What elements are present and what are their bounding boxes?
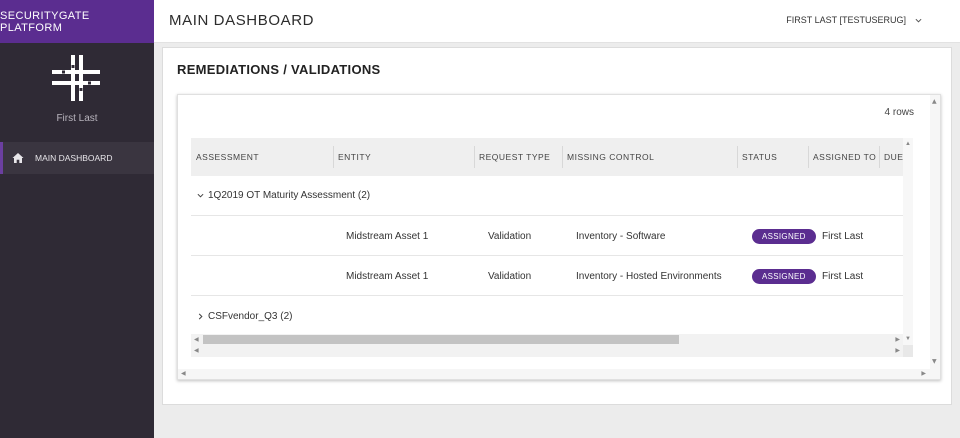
column-header-request-type[interactable]: REQUEST TYPE (474, 138, 562, 176)
table-header: ASSESSMENT ENTITY REQUEST TYPE MISSING C… (191, 138, 903, 176)
table-row[interactable]: Midstream Asset 1 Validation Inventory -… (191, 256, 903, 296)
scroll-left-icon[interactable]: ◀ (194, 348, 199, 354)
scroll-up-icon[interactable]: ▲ (932, 99, 937, 105)
group-label: 1Q2019 OT Maturity Assessment (2) (208, 190, 371, 201)
scroll-down-icon[interactable]: ▼ (932, 359, 937, 365)
grid-horizontal-scrollbar[interactable]: ◀ ▶ (191, 334, 903, 345)
scroll-right-icon[interactable]: ▶ (921, 371, 926, 377)
grid-panel: 4 rows ASSESSMENT ENTITY REQUEST TYPE MI… (177, 94, 941, 380)
column-header-status[interactable]: STATUS (737, 138, 808, 176)
group-row-csfvendor[interactable]: CSFvendor_Q3 (2) (191, 296, 903, 336)
chevron-right-icon[interactable] (197, 313, 204, 320)
panel-horizontal-scrollbar[interactable]: ◀ ▶ (178, 369, 932, 379)
data-grid: ASSESSMENT ENTITY REQUEST TYPE MISSING C… (191, 138, 913, 358)
sidebar-user-name: First Last (56, 113, 98, 124)
column-header-entity[interactable]: ENTITY (333, 138, 474, 176)
scroll-down-icon[interactable]: ▼ (905, 336, 911, 342)
main-content: REMEDIATIONS / VALIDATIONS 4 rows ASSESS… (154, 43, 960, 438)
chevron-down-icon[interactable] (197, 192, 204, 199)
cell-entity: Midstream Asset 1 (346, 230, 429, 242)
home-icon (12, 153, 24, 163)
sidebar: SECURITYGATE PLATFORM First Last MAIN DA… (0, 0, 154, 438)
cell-status: ASSIGNED (752, 256, 816, 296)
section-title: REMEDIATIONS / VALIDATIONS (177, 62, 381, 77)
grid-horizontal-scrollbar-secondary[interactable]: ◀ ▶ (191, 345, 903, 357)
top-header: MAIN DASHBOARD FIRST LAST [TESTUSERUG] (154, 0, 960, 43)
table-row[interactable]: Midstream Asset 1 Validation Inventory -… (191, 216, 903, 256)
user-menu[interactable]: FIRST LAST [TESTUSERUG] (786, 15, 922, 25)
cell-entity: Midstream Asset 1 (346, 270, 429, 282)
cell-request-type: Validation (488, 270, 532, 282)
scrollbar-corner (903, 345, 913, 357)
securitygate-logo-icon (52, 55, 100, 101)
status-badge: ASSIGNED (752, 268, 816, 284)
remediations-card: REMEDIATIONS / VALIDATIONS 4 rows ASSESS… (162, 47, 952, 405)
cell-assigned-to: First Last (822, 230, 864, 242)
group-label: CSFvendor_Q3 (2) (208, 310, 293, 322)
chevron-down-icon (915, 18, 922, 23)
scroll-up-icon[interactable]: ▲ (905, 141, 911, 147)
panel-vertical-scrollbar[interactable]: ▲ ▼ (930, 95, 940, 379)
row-count: 4 rows (884, 107, 914, 118)
page-title: MAIN DASHBOARD (169, 12, 315, 29)
scroll-right-icon[interactable]: ▶ (895, 348, 900, 354)
column-header-assigned-to[interactable]: ASSIGNED TO (808, 138, 879, 176)
scroll-left-icon[interactable]: ◀ (181, 371, 186, 377)
status-badge: ASSIGNED (752, 228, 816, 244)
cell-missing-control: Inventory - Hosted Environments (576, 270, 722, 282)
column-header-due[interactable]: DUE (879, 138, 903, 176)
sidebar-item-main-dashboard[interactable]: MAIN DASHBOARD (0, 142, 154, 174)
cell-status: ASSIGNED (752, 216, 816, 256)
cell-request-type: Validation (488, 230, 532, 242)
grid-vertical-scrollbar[interactable]: ▲ ▼ (903, 138, 913, 345)
column-header-missing-control[interactable]: MISSING CONTROL (562, 138, 737, 176)
sidebar-item-label: MAIN DASHBOARD (35, 153, 113, 163)
brand-title[interactable]: SECURITYGATE PLATFORM (0, 0, 154, 43)
user-menu-label: FIRST LAST [TESTUSERUG] (786, 15, 906, 25)
scroll-left-icon[interactable]: ◀ (194, 337, 199, 343)
scroll-right-icon[interactable]: ▶ (895, 337, 900, 343)
cell-assigned-to: First Last (822, 270, 864, 282)
group-row-1q2019[interactable]: 1Q2019 OT Maturity Assessment (2) (191, 176, 903, 216)
cell-missing-control: Inventory - Software (576, 230, 666, 242)
scrollbar-thumb[interactable] (203, 335, 679, 344)
column-header-assessment[interactable]: ASSESSMENT (191, 138, 333, 176)
